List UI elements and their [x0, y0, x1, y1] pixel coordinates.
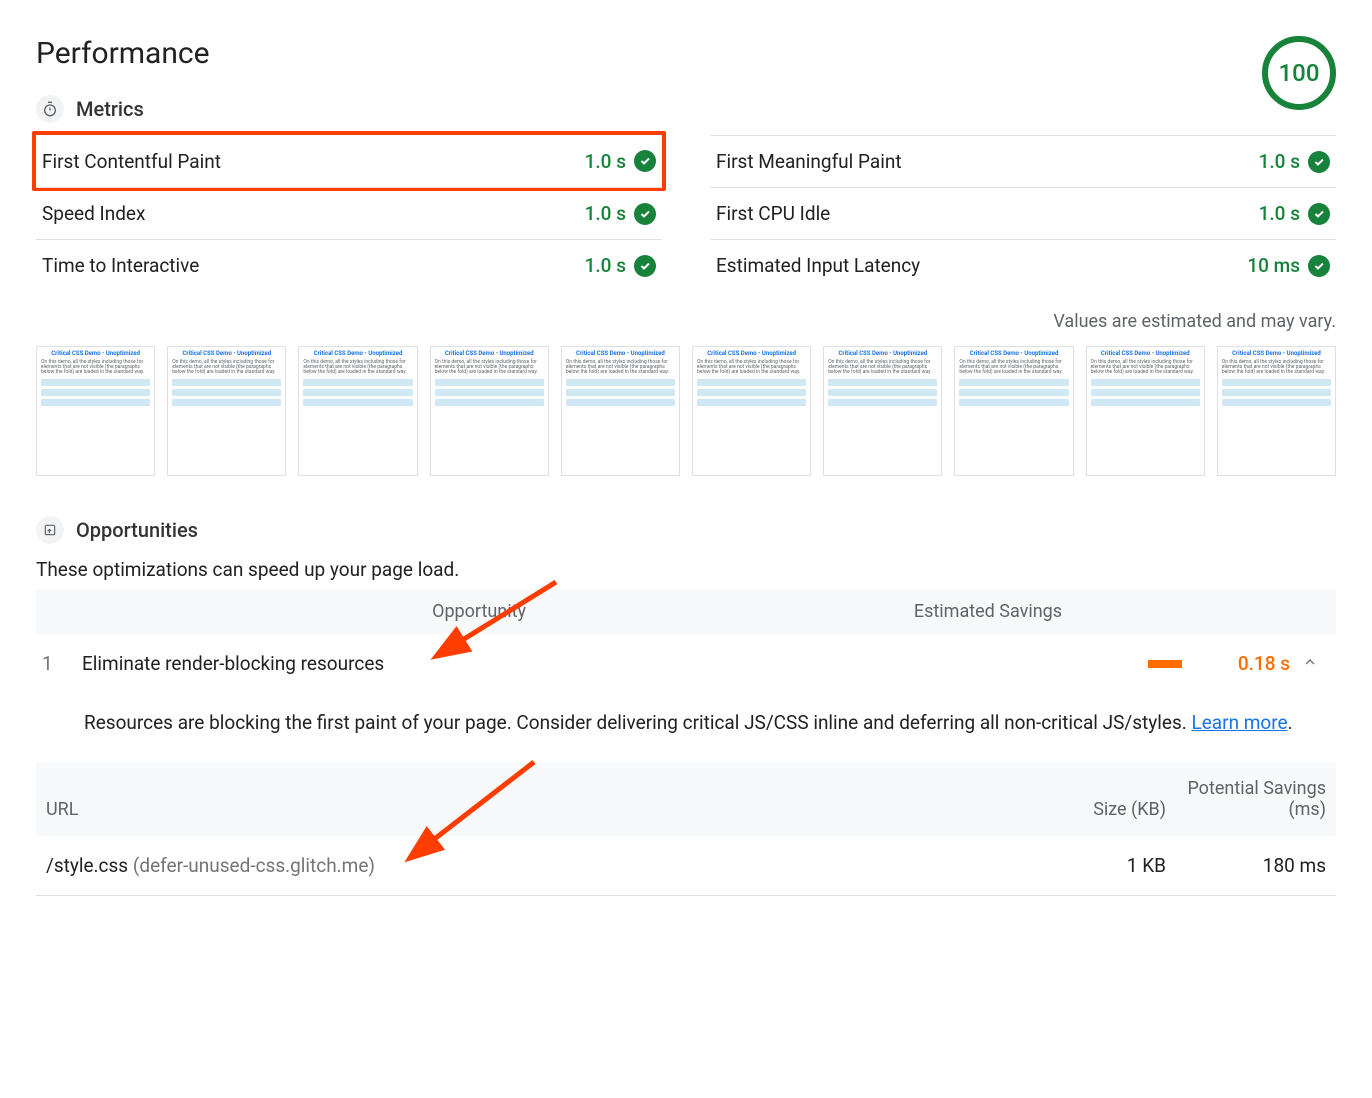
filmstrip-frame: Critical CSS Demo - Unoptimized On this …: [1217, 346, 1336, 476]
learn-more-link[interactable]: Learn more: [1191, 711, 1287, 734]
load-filmstrip: Critical CSS Demo - Unoptimized On this …: [36, 346, 1336, 476]
resource-row: /style.css (defer-unused-css.glitch.me) …: [36, 836, 1336, 896]
check-circle-icon: [1308, 255, 1330, 277]
metric-row[interactable]: First Meaningful Paint 1.0 s: [710, 135, 1336, 187]
metric-value: 1.0 s: [585, 254, 626, 277]
opportunity-row[interactable]: 1 Eliminate render-blocking resources 0.…: [36, 634, 1336, 685]
savings-bar: [1148, 660, 1182, 668]
check-circle-icon: [1308, 151, 1330, 173]
metric-name: First CPU Idle: [716, 202, 830, 225]
opportunity-index: 1: [42, 652, 82, 675]
opportunity-name: Eliminate render-blocking resources: [82, 652, 970, 675]
resources-table-header: URL Size (KB) Potential Savings (ms): [36, 762, 1336, 836]
check-circle-icon: [634, 150, 656, 172]
metric-row[interactable]: First CPU Idle 1.0 s: [710, 187, 1336, 239]
resource-savings: 180 ms: [1166, 854, 1326, 877]
metric-value: 1.0 s: [1259, 202, 1300, 225]
col-size: Size (KB): [1006, 799, 1166, 820]
metric-value: 10 ms: [1247, 254, 1300, 277]
metrics-heading: Metrics: [76, 97, 144, 121]
filmstrip-frame: Critical CSS Demo - Unoptimized On this …: [692, 346, 811, 476]
metric-name: Estimated Input Latency: [716, 254, 920, 277]
metric-value: 1.0 s: [585, 150, 626, 173]
metric-row[interactable]: Speed Index 1.0 s: [36, 187, 662, 239]
check-circle-icon: [634, 255, 656, 277]
resource-size: 1 KB: [1006, 854, 1166, 877]
metric-name: Time to Interactive: [42, 254, 199, 277]
metric-row[interactable]: Time to Interactive 1.0 s: [36, 239, 662, 291]
filmstrip-frame: Critical CSS Demo - Unoptimized On this …: [1086, 346, 1205, 476]
page-title: Performance: [36, 36, 210, 71]
metric-name: Speed Index: [42, 202, 145, 225]
metric-name: First Meaningful Paint: [716, 150, 902, 173]
metric-value: 1.0 s: [585, 202, 626, 225]
col-estimated-savings: Estimated Savings: [686, 601, 1290, 622]
metric-row[interactable]: Estimated Input Latency 10 ms: [710, 239, 1336, 291]
chevron-up-icon[interactable]: [1290, 652, 1330, 675]
filmstrip-frame: Critical CSS Demo - Unoptimized On this …: [167, 346, 286, 476]
opportunity-detail: Resources are blocking the first paint o…: [36, 685, 1336, 762]
filmstrip-frame: Critical CSS Demo - Unoptimized On this …: [561, 346, 680, 476]
filmstrip-frame: Critical CSS Demo - Unoptimized On this …: [823, 346, 942, 476]
opportunities-icon: [36, 516, 64, 544]
col-opportunity: Opportunity: [82, 601, 686, 622]
opportunities-table-header: Opportunity Estimated Savings: [36, 589, 1336, 634]
filmstrip-frame: Critical CSS Demo - Unoptimized On this …: [430, 346, 549, 476]
opportunities-heading: Opportunities: [76, 518, 198, 542]
filmstrip-frame: Critical CSS Demo - Unoptimized On this …: [298, 346, 417, 476]
filmstrip-frame: Critical CSS Demo - Unoptimized On this …: [36, 346, 155, 476]
metric-name: First Contentful Paint: [42, 150, 221, 173]
filmstrip-frame: Critical CSS Demo - Unoptimized On this …: [954, 346, 1073, 476]
metric-value: 1.0 s: [1259, 150, 1300, 173]
check-circle-icon: [634, 203, 656, 225]
col-url: URL: [46, 799, 1006, 820]
resource-host: (defer-unused-css.glitch.me): [133, 854, 375, 877]
resource-path: /style.css: [46, 854, 128, 877]
opportunity-savings: 0.18 s: [1190, 652, 1290, 675]
opportunities-description: These optimizations can speed up your pa…: [36, 558, 1336, 581]
metrics-footnote: Values are estimated and may vary.: [36, 311, 1336, 332]
performance-score: 100: [1262, 36, 1336, 110]
check-circle-icon: [1308, 203, 1330, 225]
col-potential-savings: Potential Savings (ms): [1166, 778, 1326, 820]
stopwatch-icon: [36, 95, 64, 123]
metric-row[interactable]: First Contentful Paint 1.0 s: [32, 131, 666, 191]
